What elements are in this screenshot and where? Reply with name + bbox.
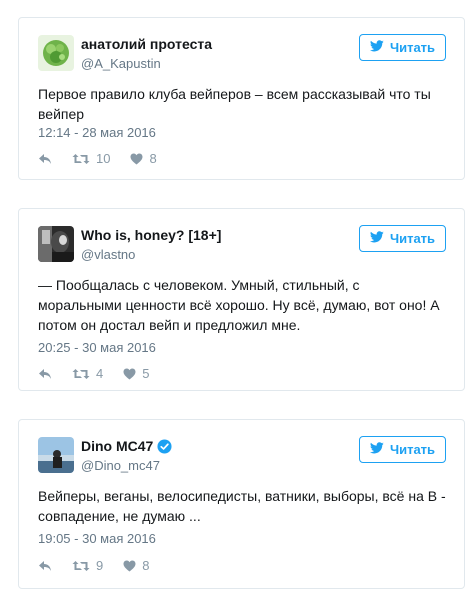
user-handle[interactable]: @A_Kapustin (81, 56, 161, 71)
follow-button[interactable]: Читать (359, 436, 446, 463)
like-count: 5 (142, 366, 150, 381)
avatar[interactable] (38, 437, 74, 473)
like-count: 8 (149, 151, 157, 166)
tweet-card: Dino MC47 @Dino_mc47 Читать Вейперы, вег… (18, 419, 465, 589)
reply-icon (38, 560, 52, 572)
avatar[interactable] (38, 226, 74, 262)
user-name[interactable]: Who is, honey? [18+] (81, 227, 221, 243)
tweet-text: Вейперы, веганы, велосипедисты, ватники,… (38, 488, 446, 524)
retweet-icon (72, 560, 90, 572)
tweet-timestamp[interactable]: 20:25 - 30 мая 2016 (38, 340, 156, 355)
follow-button-label: Читать (389, 40, 436, 55)
user-name[interactable]: анатолий протеста (81, 36, 212, 52)
user-handle[interactable]: @Dino_mc47 (81, 458, 160, 473)
twitter-bird-icon (369, 231, 384, 246)
tweet-actions: 9 8 (38, 558, 169, 573)
heart-icon (130, 153, 143, 165)
retweet-count: 9 (96, 558, 104, 573)
retweet-button[interactable]: 4 (72, 366, 103, 381)
like-button[interactable]: 8 (123, 558, 149, 573)
user-handle[interactable]: @vlastno (81, 247, 135, 262)
tweet-actions: 10 8 (38, 151, 177, 166)
user-name-text: Dino MC47 (81, 438, 154, 454)
reply-icon (38, 153, 52, 165)
heart-icon (123, 560, 136, 572)
tweet-timestamp[interactable]: 12:14 - 28 мая 2016 (38, 125, 156, 140)
retweet-icon (72, 153, 90, 165)
tweet-timestamp[interactable]: 19:05 - 30 мая 2016 (38, 531, 156, 546)
tweet-actions: 4 5 (38, 366, 169, 381)
user-name[interactable]: Dino MC47 (81, 438, 172, 457)
retweet-button[interactable]: 10 (72, 151, 110, 166)
reply-button[interactable] (38, 153, 52, 165)
reply-icon (38, 368, 52, 380)
like-button[interactable]: 8 (130, 151, 157, 166)
retweet-button[interactable]: 9 (72, 558, 103, 573)
retweet-count: 10 (96, 151, 111, 166)
like-button[interactable]: 5 (123, 366, 149, 381)
tweet-card: анатолий протеста @A_Kapustin Читать Пер… (18, 17, 465, 180)
heart-icon (123, 368, 136, 380)
like-count: 8 (142, 558, 150, 573)
follow-button[interactable]: Читать (359, 34, 446, 61)
avatar[interactable] (38, 35, 74, 71)
tweet-text: Первое правило клуба вейперов – всем рас… (38, 86, 431, 122)
retweet-count: 4 (96, 366, 104, 381)
follow-button-label: Читать (389, 442, 436, 457)
twitter-bird-icon (369, 40, 384, 55)
follow-button[interactable]: Читать (359, 225, 446, 252)
twitter-bird-icon (369, 442, 384, 457)
reply-button[interactable] (38, 368, 52, 380)
tweet-card: Who is, honey? [18+] @vlastno Читать — П… (18, 208, 465, 391)
follow-button-label: Читать (389, 231, 436, 246)
retweet-icon (72, 368, 90, 380)
tweet-text: — Пообщалась с человеком. Умный, стильны… (38, 277, 440, 333)
verified-badge-icon (157, 439, 172, 457)
reply-button[interactable] (38, 560, 52, 572)
